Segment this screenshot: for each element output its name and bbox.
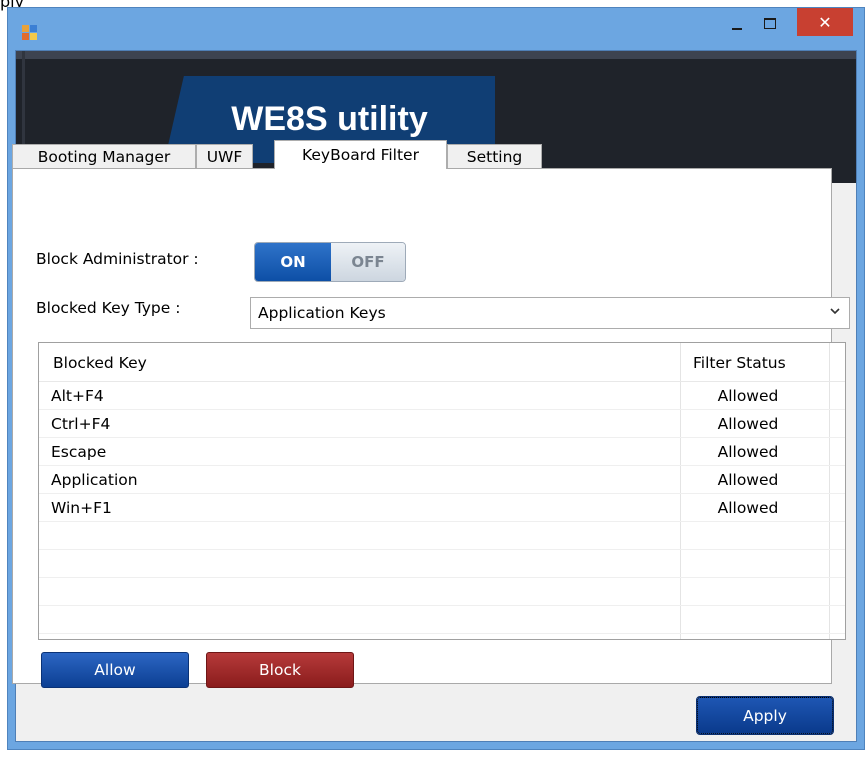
table-row[interactable]: Ctrl+F4 Allowed: [39, 410, 845, 438]
maximize-icon: [764, 18, 776, 29]
maximize-button[interactable]: [757, 8, 783, 39]
table-row[interactable]: [39, 522, 845, 550]
row-filter-status: Allowed: [717, 499, 779, 517]
table-row[interactable]: [39, 578, 845, 606]
app-icon: [22, 25, 38, 41]
apply-button[interactable]: Apply: [696, 696, 834, 735]
tab-strip: Booting Manager UWF KeyBoard Filter Sett…: [12, 140, 832, 169]
tab-keyboard-filter[interactable]: KeyBoard Filter: [274, 140, 447, 169]
tab-label: Booting Manager: [37, 147, 171, 166]
table-row[interactable]: Alt+F4 Allowed: [39, 382, 845, 410]
banner-strip: [16, 51, 856, 59]
block-administrator-toggle[interactable]: ON OFF: [254, 242, 406, 282]
blocked-keys-table[interactable]: Blocked Key Filter Status Alt+F4 Allowed C…: [38, 342, 846, 640]
toggle-off[interactable]: OFF: [331, 243, 405, 281]
select-value: Application Keys: [258, 304, 386, 322]
blocked-key-type-select[interactable]: Application Keys: [250, 297, 850, 329]
row-blocked-key: Win+F1: [51, 499, 112, 517]
minimize-icon: [732, 27, 742, 30]
tab-label: UWF: [206, 147, 243, 166]
row-filter-status: Allowed: [717, 415, 779, 433]
tab-label: KeyBoard Filter: [302, 146, 419, 164]
block-button[interactable]: Block: [206, 652, 354, 688]
tab-uwf[interactable]: UWF: [196, 144, 253, 168]
row-filter-status: Allowed: [717, 387, 779, 405]
chevron-down-icon: [830, 308, 840, 315]
row-blocked-key: Alt+F4: [51, 387, 104, 405]
row-filter-status: Allowed: [717, 471, 779, 489]
block-administrator-label: Block Administrator :: [36, 250, 199, 268]
tab-booting-manager[interactable]: Booting Manager: [12, 144, 196, 168]
row-filter-status: Allowed: [717, 443, 779, 461]
tab-setting[interactable]: Setting: [447, 144, 542, 168]
title-bar[interactable]: ✕: [8, 8, 864, 50]
table-row[interactable]: Win+F1 Allowed: [39, 494, 845, 522]
minimize-button[interactable]: [724, 8, 750, 39]
table-row[interactable]: [39, 550, 845, 578]
column-header-blocked-key[interactable]: Blocked Key: [53, 354, 147, 372]
close-button[interactable]: ✕: [797, 8, 853, 36]
row-blocked-key: Escape: [51, 443, 107, 461]
close-icon: ✕: [818, 12, 832, 32]
allow-button[interactable]: Allow: [41, 652, 189, 688]
table-row[interactable]: [39, 606, 845, 634]
row-blocked-key: Application: [51, 471, 138, 489]
toggle-on[interactable]: ON: [255, 243, 331, 281]
row-blocked-key: Ctrl+F4: [51, 415, 111, 433]
table-row[interactable]: Escape Allowed: [39, 438, 845, 466]
column-header-filter-status[interactable]: Filter Status: [693, 354, 786, 372]
tab-label: Setting: [466, 147, 523, 166]
blocked-key-type-label: Blocked Key Type :: [36, 299, 181, 317]
table-row[interactable]: Application Allowed: [39, 466, 845, 494]
